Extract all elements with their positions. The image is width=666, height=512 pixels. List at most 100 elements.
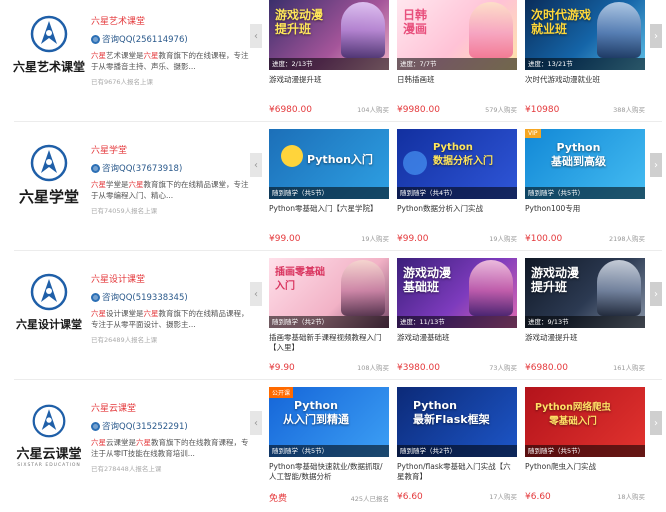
price-row: ¥9980.00 579人购买 [397,104,517,115]
progress-strip: 随到随学（共5节） [525,187,645,199]
progress-strip: 进度：13/21节 [525,58,645,70]
character-illustration [341,260,385,316]
org-info: 六星设计课堂 咨询QQ(519338345) 六星设计课堂是六星教育旗下的在线精… [91,272,251,344]
org-row-school: 六星学堂 六星学堂 咨询QQ(37673918) 六星学堂是六星教育旗下的在线精… [0,129,666,253]
course-card[interactable]: 次时代游戏 就业班 进度：13/21节 次时代游戏动漫就业班 [525,0,645,95]
price-row: ¥6.60 18人购买 [525,491,645,502]
progress-strip: 随到随学（共5节） [269,445,389,457]
course-title[interactable]: 插画零基础新手课程视频教程入门【入里】 [269,333,389,353]
buyer-count: 19人购买 [489,235,517,243]
consult-qq-text: 咨询QQ(256114976) [102,35,188,45]
progress-strip: 随到随学（共4节） [397,187,517,199]
org-info: 六星云课堂 咨询QQ(315252291) 六星云课堂是六星教育旗下的在线教育课… [91,401,251,473]
course-thumbnail[interactable]: 次时代游戏 就业班 进度：13/21节 [525,0,645,70]
org-logo[interactable]: 六星学堂 [14,141,84,211]
org-logo-text: 六星设计课堂 [16,318,82,331]
course-title[interactable]: Python数据分析入门实战 [397,204,517,224]
org-name[interactable]: 六星设计课堂 [91,272,251,285]
course-thumbnail[interactable]: Python入门 随到随学（共5节） [269,129,389,199]
thumbnail-title: Python 基础到高级 [551,141,606,168]
thumbnail-title: 日韩 漫画 [403,8,428,36]
course-price: ¥9980.00 [397,105,440,115]
org-description: 六星学堂是六星教育旗下的在线精品课堂，专注于从零编程入门、精心... [91,180,249,200]
carousel-prev-button[interactable]: ‹ [250,282,262,306]
course-title[interactable]: Python零基础入门【六星学院】 [269,204,389,224]
course-thumbnail[interactable]: Python网络爬虫 零基础入门 随到随学（共5节） [525,387,645,457]
org-name[interactable]: 六星云课堂 [91,401,251,414]
course-title[interactable]: Python100专用 [525,204,645,224]
course-card[interactable]: 日韩 漫画 进度：7/7节 日韩插画班 [397,0,517,95]
course-card[interactable]: 公开课 Python 从入门到精通 随到随学（共5节） Python零基础快速就… [269,387,389,482]
course-card[interactable]: 游戏动漫 提升班 进度：2/13节 游戏动漫提升班 [269,0,389,95]
thumbnail-title: 次时代游戏 就业班 [531,8,592,36]
course-thumbnail[interactable]: Python 最新Flask框架 随到随学（共2节） [397,387,517,457]
course-card[interactable]: 插画零基础 入门 随到随学（共2节） 插画零基础新手课程视频教程入门【入里】 [269,258,389,353]
consult-qq-link[interactable]: 咨询QQ(37673918) [91,162,251,174]
carousel-next-button[interactable]: › [650,153,662,177]
course-title[interactable]: Python零基础快速就业/数据抓取/人工智能/数据分析 [269,462,389,482]
qq-icon [91,34,100,44]
org-info: 六星艺术课堂 咨询QQ(256114976) 六星艺术课堂是六星教育旗下的在线课… [91,14,251,86]
course-thumbnail[interactable]: 公开课 Python 从入门到精通 随到随学（共5节） [269,387,389,457]
course-title[interactable]: 游戏动漫提升班 [525,333,645,353]
org-row-art: 六星艺术课堂 六星艺术课堂 咨询QQ(256114976) 六星艺术课堂是六星教… [0,0,666,124]
carousel-next-button[interactable]: › [650,24,662,48]
course-thumbnail[interactable]: 插画零基础 入门 随到随学（共2节） [269,258,389,328]
consult-qq-link[interactable]: 咨询QQ(315252291) [91,420,251,432]
course-thumbnail[interactable]: Python 数据分析入门 随到随学（共4节） [397,129,517,199]
thumbnail-title: Python入门 [307,153,373,166]
thumbnail-title: 游戏动漫 提升班 [275,8,324,36]
course-card[interactable]: VIP Python 基础到高级 随到随学（共5节） Python100专用 [525,129,645,224]
progress-strip: 进度：9/13节 [525,316,645,328]
carousel-next-button[interactable]: › [650,411,662,435]
course-price: ¥99.00 [397,234,429,244]
carousel-prev-button[interactable]: ‹ [250,153,262,177]
course-title[interactable]: 日韩插画班 [397,75,517,95]
course-card[interactable]: 游戏动漫 基础班 进度：11/13节 游戏动漫基础班 [397,258,517,353]
consult-qq-link[interactable]: 咨询QQ(519338345) [91,291,251,303]
org-logo-text: 六星学堂 [18,188,79,206]
org-logo-text: 六星艺术课堂 [13,60,86,74]
sixstar-logo-icon [27,12,71,56]
course-thumbnail[interactable]: VIP Python 基础到高级 随到随学（共5节） [525,129,645,199]
course-title[interactable]: Python/flask零基础入门实战【六星教育】 [397,462,517,482]
course-title[interactable]: Python爬虫入门实战 [525,462,645,482]
org-logo[interactable]: 六星设计课堂 [14,270,84,340]
course-card[interactable]: Python网络爬虫 零基础入门 随到随学（共5节） Python爬虫入门实战 [525,387,645,482]
thumbnail-title: 游戏动漫 基础班 [403,266,452,294]
carousel-prev-button[interactable]: ‹ [250,411,262,435]
enrolled-count: 已有26489人报名上课 [91,336,158,344]
course-card[interactable]: Python 最新Flask框架 随到随学（共2节） Python/flask零… [397,387,517,482]
course-title[interactable]: 次时代游戏动漫就业班 [525,75,645,95]
org-name[interactable]: 六星学堂 [91,143,251,156]
price-row: ¥9.90 108人购买 [269,362,389,373]
org-description: 六星云课堂是六星教育旗下的在线教育课程，专注于从零IT技能在线教育培训... [91,438,249,458]
org-logo[interactable]: 六星云课堂 SIXSTAR EDUCATION [14,399,84,469]
consult-qq-link[interactable]: 咨询QQ(256114976) [91,33,251,45]
buyer-count: 425人已报名 [350,495,389,503]
course-thumbnail[interactable]: 日韩 漫画 进度：7/7节 [397,0,517,70]
progress-strip: 随到随学（共5节） [269,187,389,199]
course-price: ¥3980.00 [397,363,440,373]
course-card[interactable]: Python 数据分析入门 随到随学（共4节） Python数据分析入门实战 [397,129,517,224]
course-card[interactable]: Python入门 随到随学（共5节） Python零基础入门【六星学院】 [269,129,389,224]
carousel-next-button[interactable]: › [650,282,662,306]
qq-icon [91,292,100,302]
org-description: 六星设计课堂是六星教育旗下的在线精品课程，专注于从零平面设计、摄影主... [91,309,249,329]
course-thumbnail[interactable]: 游戏动漫 提升班 进度：9/13节 [525,258,645,328]
course-title[interactable]: 游戏动漫基础班 [397,333,517,353]
carousel-prev-button[interactable]: ‹ [250,24,262,48]
price-row: ¥6.60 17人购买 [397,491,517,502]
course-card[interactable]: 游戏动漫 提升班 进度：9/13节 游戏动漫提升班 [525,258,645,353]
org-logo[interactable]: 六星艺术课堂 [13,12,86,82]
org-name[interactable]: 六星艺术课堂 [91,14,251,27]
org-logo-text: 六星云课堂 [16,447,82,462]
buyer-count: 161人购买 [613,364,645,372]
vip-badge: VIP [525,129,541,138]
course-thumbnail[interactable]: 游戏动漫 基础班 进度：11/13节 [397,258,517,328]
course-price: ¥10980 [525,105,560,115]
course-thumbnail[interactable]: 游戏动漫 提升班 进度：2/13节 [269,0,389,70]
thumbnail-title: Python网络爬虫 零基础入门 [535,402,611,427]
course-title[interactable]: 游戏动漫提升班 [269,75,389,95]
thumbnail-title: Python 从入门到精通 [283,399,349,426]
